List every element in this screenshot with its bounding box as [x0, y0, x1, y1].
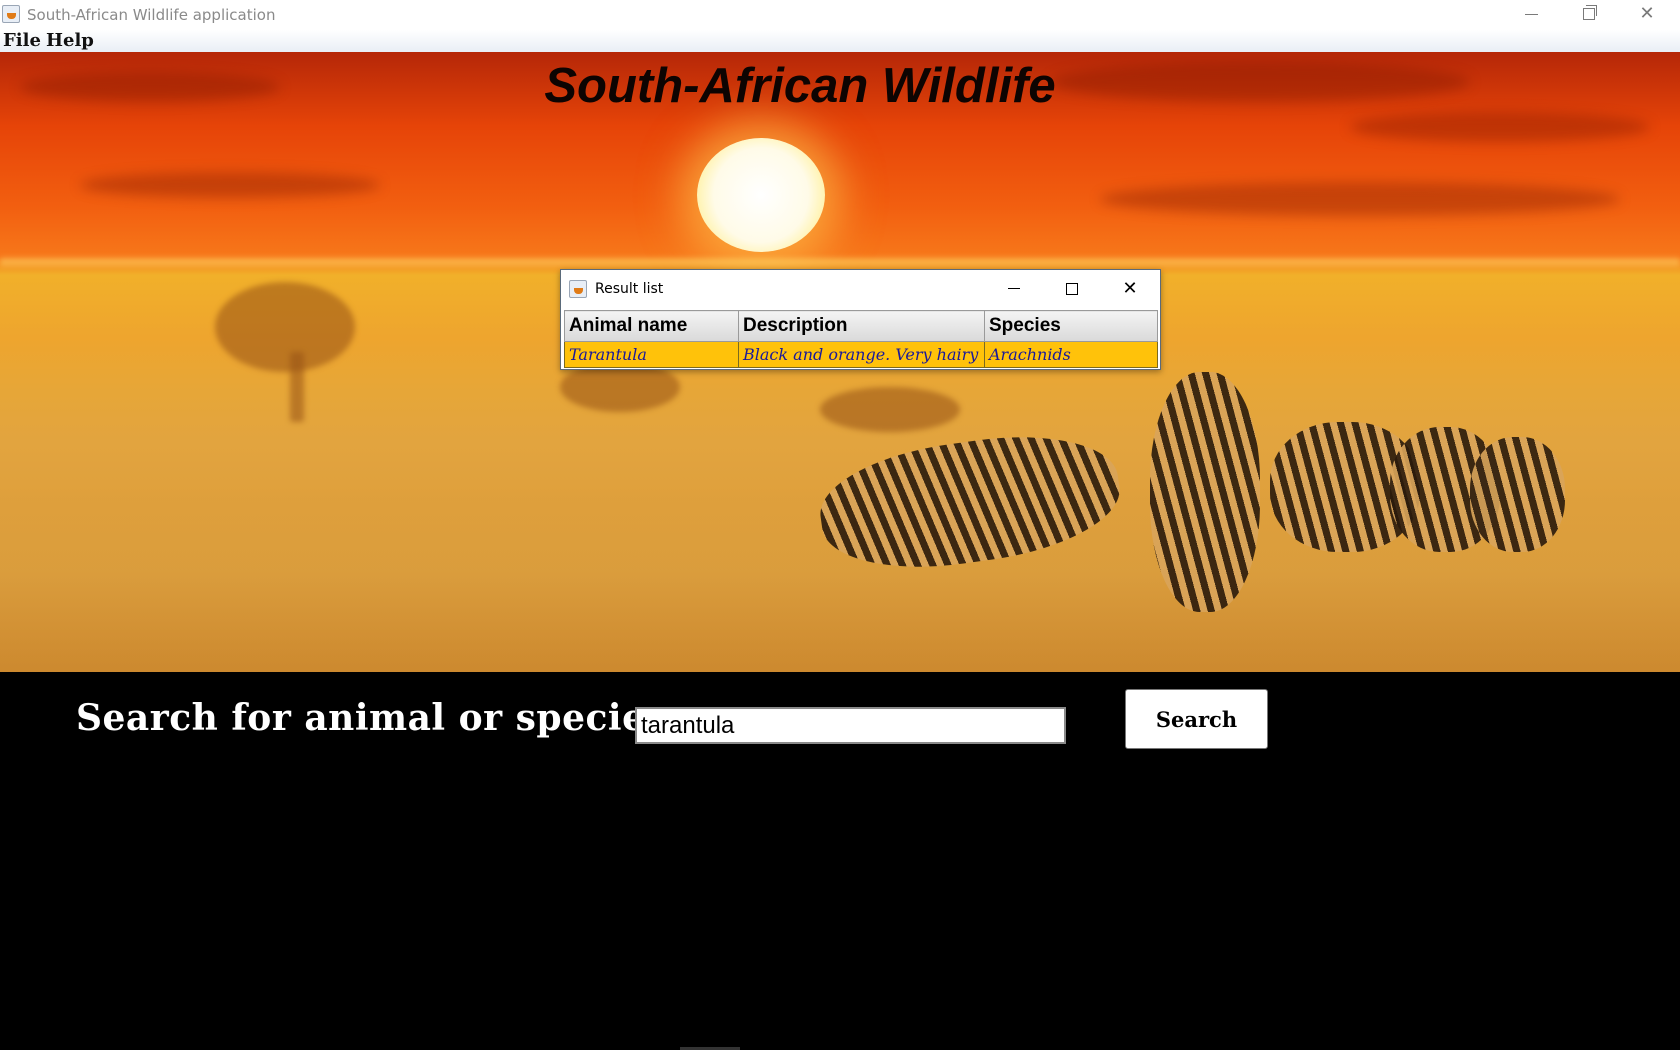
minimize-button[interactable] [1502, 0, 1560, 30]
dialog-close-button[interactable]: ✕ [1119, 278, 1141, 300]
zebra [1150, 372, 1260, 612]
results-table: Animal name Description Species Tarantul… [564, 310, 1158, 368]
table-row[interactable]: Tarantula Black and orange. Very hairy A… [564, 341, 1158, 368]
minimize-icon [1524, 13, 1538, 15]
result-list-dialog[interactable]: Result list ✕ Animal name Description Sp… [560, 269, 1161, 370]
restore-icon [1583, 5, 1597, 20]
search-input[interactable] [635, 707, 1066, 744]
cell-species[interactable]: Arachnids [984, 341, 1158, 368]
dialog-minimize-button[interactable] [1003, 278, 1025, 300]
search-label: Search for animal or species : [76, 697, 694, 739]
page-title: South-African Wildlife [544, 59, 1056, 113]
java-cup-icon [569, 280, 587, 298]
dialog-title: Result list [595, 281, 664, 297]
close-button[interactable]: ✕ [1618, 0, 1676, 30]
restore-button[interactable] [1560, 0, 1618, 30]
cell-animal-name[interactable]: Tarantula [564, 341, 739, 368]
column-header-species[interactable]: Species [984, 310, 1158, 342]
window-titlebar: South-African Wildlife application ✕ [0, 0, 1680, 30]
menu-help[interactable]: Help [46, 30, 94, 51]
menu-file[interactable]: File [3, 30, 41, 51]
column-header-description[interactable]: Description [738, 310, 985, 342]
table-header-row: Animal name Description Species [564, 310, 1158, 342]
search-button[interactable]: Search [1125, 689, 1268, 749]
close-icon: ✕ [1122, 278, 1138, 299]
minimize-icon [1008, 288, 1020, 289]
dialog-maximize-button[interactable] [1061, 278, 1083, 300]
dialog-titlebar[interactable]: Result list ✕ [561, 270, 1160, 308]
java-cup-icon [2, 5, 20, 23]
close-icon: ✕ [1639, 3, 1655, 24]
column-header-animal-name[interactable]: Animal name [564, 310, 739, 342]
zebra [1470, 437, 1565, 552]
window-title: South-African Wildlife application [27, 6, 276, 24]
cell-description[interactable]: Black and orange. Very hairy [738, 341, 985, 368]
maximize-icon [1066, 283, 1078, 295]
menu-bar: File Help [0, 30, 1680, 52]
sun [697, 138, 825, 252]
